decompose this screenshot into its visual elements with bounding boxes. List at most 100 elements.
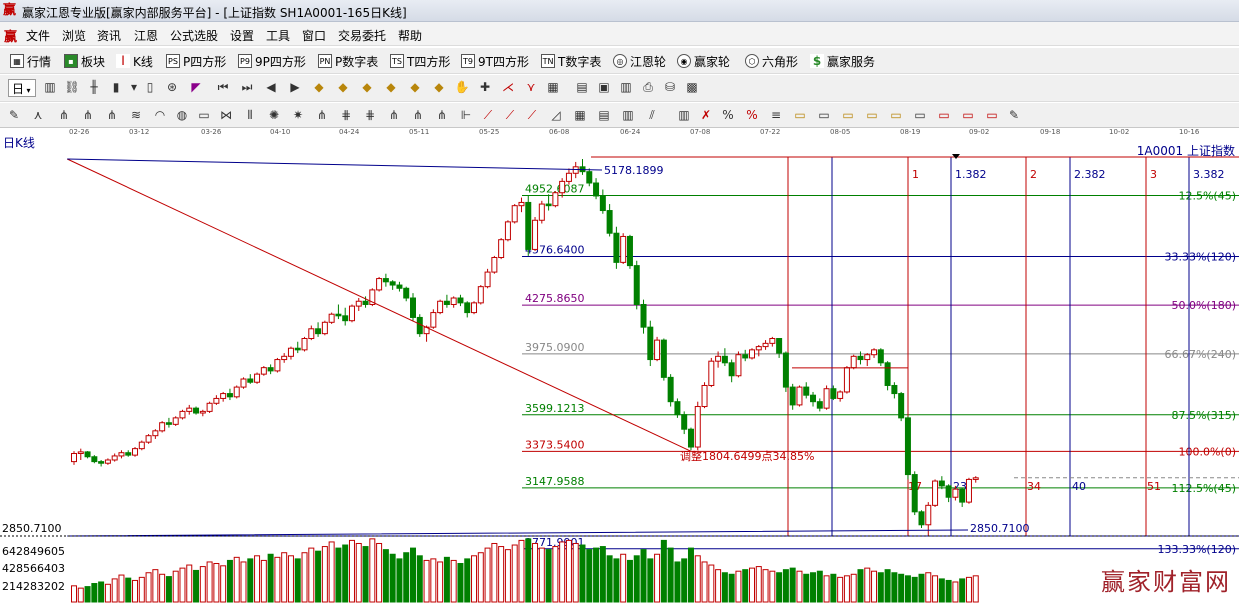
box-tool-5[interactable]: ▭: [888, 107, 904, 123]
pencil-icon[interactable]: ✎: [6, 107, 22, 123]
menu-trade[interactable]: 交易委托: [338, 27, 386, 44]
kline-chart[interactable]: 4952.608712.5%(45)4576.640033.33%(120)42…: [0, 150, 1239, 604]
toolbar-p-square-button[interactable]: PS P四方形: [166, 52, 226, 70]
toolbar-hexagon-button[interactable]: ⬡ 六角形: [745, 52, 798, 70]
grid-tool-icon[interactable]: ▦: [545, 79, 561, 95]
menu-help[interactable]: 帮助: [398, 27, 422, 44]
toolbar-winner-service-button[interactable]: $ 赢家服务: [810, 52, 875, 70]
fan-icon[interactable]: ⋏: [30, 107, 46, 123]
cycle-icon[interactable]: ◍: [174, 107, 190, 123]
menu-formula-select[interactable]: 公式选股: [170, 27, 218, 44]
time-zone-icon[interactable]: ⋕: [362, 107, 378, 123]
zoom-out-icon[interactable]: ◆: [335, 79, 351, 95]
fork-icon-6[interactable]: ⋔: [434, 107, 450, 123]
zoom-in-icon[interactable]: ◆: [311, 79, 327, 95]
menu-file[interactable]: 文件: [26, 27, 50, 44]
formula-icon[interactable]: ⊛: [164, 79, 180, 95]
calculator-icon[interactable]: ▣: [596, 79, 612, 95]
box-tool-9[interactable]: ▭: [984, 107, 1000, 123]
box-icon[interactable]: ▭: [196, 107, 212, 123]
toolbar-9p-square-button[interactable]: P9 9P四方形: [238, 52, 306, 70]
split-icon[interactable]: ⊩: [458, 107, 474, 123]
fork-icon-3[interactable]: ⋔: [104, 107, 120, 123]
left-icon[interactable]: ◀: [263, 79, 279, 95]
wave-icon[interactable]: ≋: [128, 107, 144, 123]
angle-icon-1[interactable]: ⟋: [480, 107, 496, 123]
fork-icon-1[interactable]: ⋔: [56, 107, 72, 123]
network-icon[interactable]: ⛁: [662, 79, 678, 95]
up-shift-icon[interactable]: ◆: [359, 79, 375, 95]
stats-icon[interactable]: ✗: [698, 107, 714, 123]
box-tool-6[interactable]: ▭: [912, 107, 928, 123]
first-page-icon[interactable]: ⏮: [215, 79, 231, 95]
menu-window[interactable]: 窗口: [302, 27, 326, 44]
menu-browse[interactable]: 浏览: [62, 27, 86, 44]
toolbar-sector-button[interactable]: ▪ 板块: [64, 52, 105, 70]
flag-icon[interactable]: ◤: [188, 79, 204, 95]
edit-icon[interactable]: ✎: [1006, 107, 1022, 123]
box-tool-7[interactable]: ▭: [936, 107, 952, 123]
book-icon[interactable]: ▥: [618, 79, 634, 95]
box-tool-2[interactable]: ▭: [816, 107, 832, 123]
box-tool-1[interactable]: ▭: [792, 107, 808, 123]
hand-icon[interactable]: ✋: [454, 79, 470, 95]
box-tool-8[interactable]: ▭: [960, 107, 976, 123]
down-shift-icon[interactable]: ◆: [383, 79, 399, 95]
toolbar-9t-square-button[interactable]: T9 9T四方形: [461, 52, 529, 70]
pct-box-icon[interactable]: %: [744, 107, 760, 123]
candle-body: [626, 235, 633, 267]
fib-icon[interactable]: ⋔: [314, 107, 330, 123]
toolbar-kline-button[interactable]: ┃ K线: [116, 52, 153, 70]
toolbar-quotes-button[interactable]: ▦ 行情: [10, 52, 51, 70]
candle-body: [213, 397, 220, 404]
right-shift-icon[interactable]: ◆: [431, 79, 447, 95]
save-icon[interactable]: ▩: [684, 79, 700, 95]
star-icon[interactable]: ✷: [290, 107, 306, 123]
calendar-icon[interactable]: ▤: [574, 79, 590, 95]
angle-icon-3[interactable]: ⟋: [524, 107, 540, 123]
spiral-icon[interactable]: ✺: [266, 107, 282, 123]
period-selector[interactable]: 日 ▾: [8, 79, 36, 97]
crosshair-icon[interactable]: ✚: [477, 79, 493, 95]
triangle-icon[interactable]: ◿: [548, 107, 564, 123]
angle-icon-2[interactable]: ⟋: [502, 107, 518, 123]
toolbar-t-square-button[interactable]: TS T四方形: [390, 52, 450, 70]
menu-info[interactable]: 资讯: [97, 27, 121, 44]
bar-chart-icon[interactable]: ▥: [42, 79, 58, 95]
rect-icon[interactable]: ▦: [572, 107, 588, 123]
fork-icon-2[interactable]: ⋔: [80, 107, 96, 123]
last-page-icon[interactable]: ⏭: [239, 79, 255, 95]
menu-settings[interactable]: 设置: [230, 27, 254, 44]
down-arrow-icon[interactable]: ▾: [126, 79, 142, 95]
pattern-tool-icon[interactable]: ⋎: [523, 79, 539, 95]
ruler-icon[interactable]: ▥: [676, 107, 692, 123]
fork-icon-4[interactable]: ⋔: [386, 107, 402, 123]
left-shift-icon[interactable]: ◆: [407, 79, 423, 95]
menu-tools[interactable]: 工具: [266, 27, 290, 44]
link-icon[interactable]: ⛓: [64, 79, 80, 95]
toolbar-gann-wheel-button[interactable]: ◎ 江恩轮: [613, 52, 666, 70]
lines-icon[interactable]: ≡: [768, 107, 784, 123]
candle-type-icon[interactable]: ▯: [142, 79, 158, 95]
speed-icon[interactable]: ⋈: [218, 107, 234, 123]
gann-fan-icon[interactable]: ⋕: [338, 107, 354, 123]
right-icon[interactable]: ▶: [287, 79, 303, 95]
parallel-icon[interactable]: ⫴: [242, 107, 258, 123]
box-tool-3[interactable]: ▭: [840, 107, 856, 123]
column-chart-icon[interactable]: ▮: [108, 79, 124, 95]
arc-icon[interactable]: ◠: [152, 107, 168, 123]
fork-icon-5[interactable]: ⋔: [410, 107, 426, 123]
menu-app-icon[interactable]: 赢: [4, 26, 17, 45]
toolbar-winner-wheel-button[interactable]: ◉ 赢家轮: [677, 52, 730, 70]
tick-chart-icon[interactable]: ╫: [86, 79, 102, 95]
toolbar-p-number-table-button[interactable]: PN P数字表: [318, 52, 378, 70]
line-tool-icon[interactable]: ⋌: [500, 79, 516, 95]
list-tool-icon[interactable]: ▥: [620, 107, 636, 123]
print-icon[interactable]: ⎙: [640, 79, 656, 95]
menu-gann[interactable]: 江恩: [134, 27, 158, 44]
table-tool-icon[interactable]: ▤: [596, 107, 612, 123]
box-tool-4[interactable]: ▭: [864, 107, 880, 123]
percent-icon[interactable]: %: [720, 107, 736, 123]
toolbar-t-number-table-button[interactable]: TN T数字表: [541, 52, 601, 70]
slash-icon[interactable]: ⫽: [644, 107, 660, 123]
